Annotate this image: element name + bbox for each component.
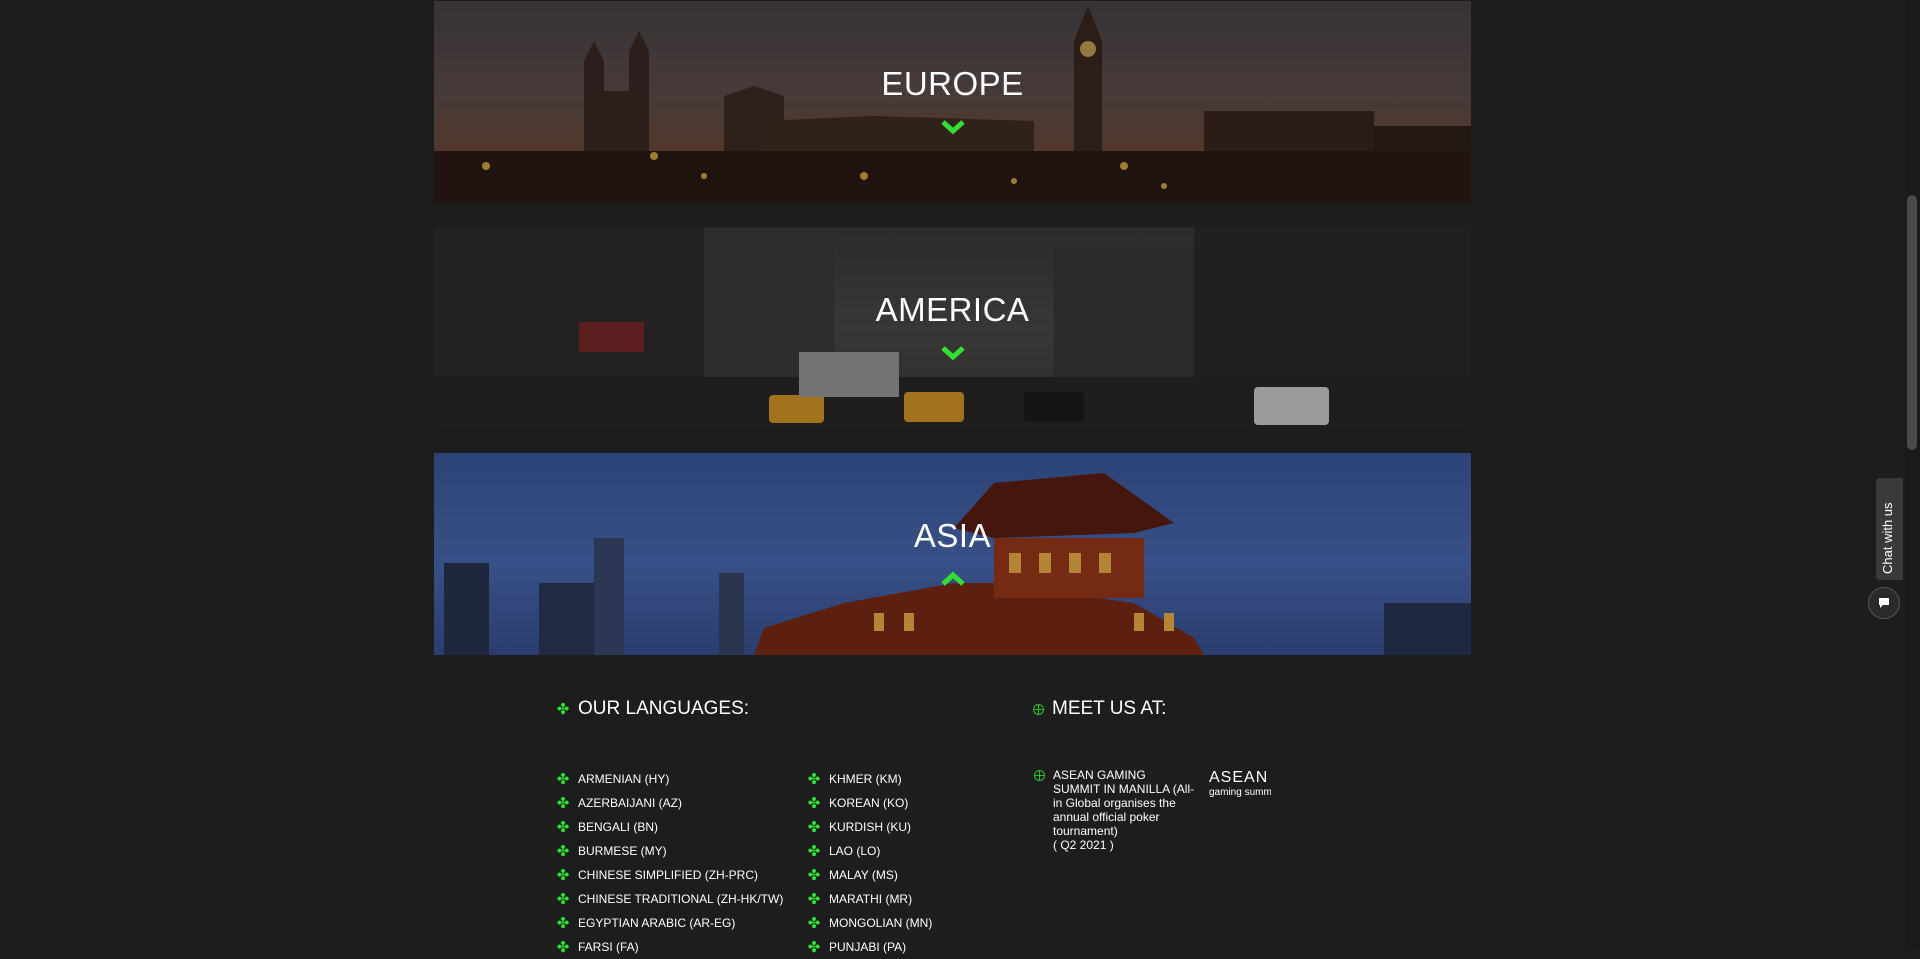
language-label: BURMESE (MY) bbox=[578, 844, 667, 858]
language-label: CHINESE TRADITIONAL (ZH-HK/TW) bbox=[578, 892, 784, 906]
languages-list-2: ✤ KHMER (KM) ✤ KOREAN (KO) ✤ KURDISH (KU) ✤… bbox=[807, 767, 933, 959]
language-label: LAO (LO) bbox=[829, 844, 881, 858]
list-item: ✤ BENGALI (BN) bbox=[556, 815, 783, 839]
asean-logo: ASEAN gaming summit bbox=[1207, 766, 1277, 852]
language-label: MONGOLIAN (MN) bbox=[829, 916, 933, 930]
list-item: ✤ BURMESE (MY) bbox=[556, 839, 783, 863]
scrollbar[interactable] bbox=[1905, 0, 1920, 949]
clover-icon: ✤ bbox=[556, 842, 570, 860]
clover-icon: ✤ bbox=[556, 938, 570, 956]
list-item: ✤ EGYPTIAN ARABIC (AR-EG) bbox=[556, 911, 783, 935]
list-item: ✤ MONGOLIAN (MN) bbox=[807, 911, 933, 935]
languages-heading: ✤ OUR LANGUAGES: bbox=[556, 698, 749, 720]
language-label: BENGALI (BN) bbox=[578, 820, 659, 834]
globe-icon bbox=[1034, 770, 1045, 781]
list-item: ✤ FARSI (FA) bbox=[556, 935, 783, 959]
list-item: ✤ PUNJABI (PA) bbox=[807, 935, 932, 959]
meet-heading: MEET US AT: bbox=[1033, 698, 1166, 720]
clover-icon: ✤ bbox=[556, 890, 570, 908]
list-item: ✤ MALAY (MS) bbox=[807, 863, 932, 887]
region-title-europe: EUROPE bbox=[881, 65, 1024, 102]
clover-icon: ✤ bbox=[807, 914, 821, 932]
clover-icon: ✤ bbox=[807, 890, 821, 908]
language-label: KURDISH (KU) bbox=[829, 820, 912, 834]
list-item: ✤ MARATHI (MR) bbox=[807, 887, 932, 911]
clover-icon: ✤ bbox=[807, 866, 821, 884]
list-item: ✤ AZERBAIJANI (AZ) bbox=[556, 791, 783, 815]
chat-label: Chat with us bbox=[1880, 502, 1895, 574]
event-description: ASEAN GAMING SUMMIT IN MANILLA (All-in G… bbox=[1053, 768, 1195, 852]
region-title-america: AMERICA bbox=[875, 291, 1030, 328]
clover-icon: ✤ bbox=[556, 770, 570, 788]
page-content: EUROPE AMERICA ASIA ✤ OUR LANGUAGES: ✤ A… bbox=[434, 0, 1471, 955]
language-label: PUNJABI (PA) bbox=[829, 940, 907, 954]
language-label: MALAY (MS) bbox=[829, 868, 898, 882]
language-label: FARSI (FA) bbox=[578, 940, 639, 954]
language-label: MARATHI (MR) bbox=[829, 892, 913, 906]
globe-icon bbox=[1033, 703, 1044, 715]
language-label: EGYPTIAN ARABIC (AR-EG) bbox=[578, 916, 736, 930]
language-label: CHINESE SIMPLIFIED (ZH-PRC) bbox=[578, 868, 759, 882]
clover-icon: ✤ bbox=[556, 700, 570, 718]
asia-details: ✤ OUR LANGUAGES: ✤ ARMENIAN (HY) ✤ AZERBAI… bbox=[434, 655, 1471, 955]
region-america[interactable]: AMERICA bbox=[434, 227, 1471, 429]
list-item: ✤ CHINESE SIMPLIFIED (ZH-PRC) bbox=[556, 863, 783, 887]
chevron-down-icon[interactable] bbox=[940, 119, 966, 135]
clover-icon: ✤ bbox=[807, 842, 821, 860]
list-item: ✤ KURDISH (KU) bbox=[807, 815, 932, 839]
chevron-up-icon[interactable] bbox=[940, 571, 966, 587]
scrollbar-thumb[interactable] bbox=[1907, 195, 1917, 450]
list-item: ✤ LAO (LO) bbox=[807, 839, 932, 863]
clover-icon: ✤ bbox=[556, 794, 570, 812]
language-label: AZERBAIJANI (AZ) bbox=[578, 796, 683, 810]
event-item: ASEAN GAMING SUMMIT IN MANILLA (All-in G… bbox=[1034, 768, 1294, 852]
meet-title: MEET US AT: bbox=[1052, 698, 1167, 719]
asean-logo-line2: gaming summit bbox=[1209, 787, 1271, 798]
event-date: ( Q2 2021 ) bbox=[1053, 838, 1114, 852]
list-item: ✤ ARMENIAN (HY) bbox=[556, 767, 783, 791]
clover-icon: ✤ bbox=[556, 914, 570, 932]
language-label: KOREAN (KO) bbox=[829, 796, 909, 810]
languages-list-1: ✤ ARMENIAN (HY) ✤ AZERBAIJANI (AZ) ✤ BENGAL… bbox=[556, 767, 784, 959]
clover-icon: ✤ bbox=[807, 794, 821, 812]
language-label: KHMER (KM) bbox=[829, 772, 902, 786]
chat-icon bbox=[1879, 598, 1889, 608]
region-asia[interactable]: ASIA bbox=[434, 453, 1471, 655]
chat-bubble-button[interactable] bbox=[1868, 587, 1900, 619]
region-europe[interactable]: EUROPE bbox=[434, 1, 1471, 203]
languages-title: OUR LANGUAGES: bbox=[578, 698, 750, 719]
region-title-asia: ASIA bbox=[913, 517, 992, 554]
asean-logo-line1: ASEAN bbox=[1209, 769, 1268, 786]
chevron-down-icon[interactable] bbox=[940, 345, 966, 361]
clover-icon: ✤ bbox=[807, 938, 821, 956]
language-label: ARMENIAN (HY) bbox=[578, 772, 670, 786]
chat-with-us-tab[interactable]: Chat with us bbox=[1876, 478, 1903, 580]
clover-icon: ✤ bbox=[807, 770, 821, 788]
list-item: ✤ CHINESE TRADITIONAL (ZH-HK/TW) bbox=[556, 887, 784, 911]
clover-icon: ✤ bbox=[556, 866, 570, 884]
event-text: ASEAN GAMING SUMMIT IN MANILLA (All-in G… bbox=[1053, 768, 1195, 838]
clover-icon: ✤ bbox=[807, 818, 821, 836]
clover-icon: ✤ bbox=[556, 818, 570, 836]
list-item: ✤ KHMER (KM) bbox=[807, 767, 932, 791]
list-item: ✤ KOREAN (KO) bbox=[807, 791, 932, 815]
